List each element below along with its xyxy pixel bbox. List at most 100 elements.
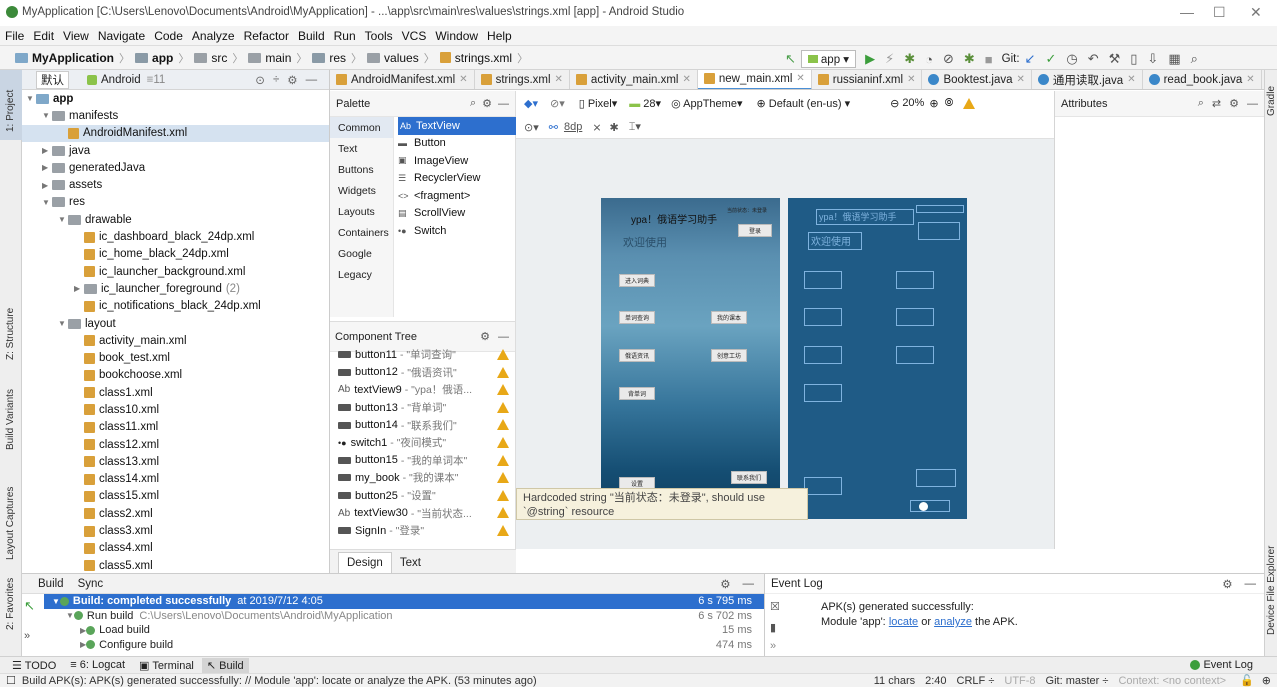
folder-item[interactable]: ▼ res [22,194,329,211]
file-item[interactable]: ic_home_black_24dp.xml [22,246,329,263]
component-tree-item[interactable]: button15- "我的单词本" [330,452,515,470]
file-item[interactable]: class4.xml [22,540,329,557]
tab-design[interactable]: Design [338,552,392,573]
component-tree-item[interactable]: button13- "背单词" [330,399,515,417]
breadcrumb-src[interactable]: src [191,51,230,65]
phone-design-preview[interactable]: ypa！俄语学习助手 当前状态：未登录 欢迎使用 登录 进入词典 单词查询 我的… [601,198,780,519]
view-options-icon[interactable]: ⊙▾ [524,121,539,134]
locate-link[interactable]: locate [889,616,918,628]
gear-icon[interactable]: ⚙ [482,97,492,110]
history-icon[interactable]: ◷ [1066,51,1077,67]
menu-file[interactable]: File [0,26,28,43]
close-icon[interactable]: ✕ [1127,74,1135,85]
palette-item[interactable]: •● Switch [398,222,516,240]
run-config-dropdown[interactable]: app ▾ [800,50,857,68]
tab-text[interactable]: Text [392,553,429,573]
breadcrumb-file[interactable]: strings.xml [437,51,515,65]
chevron-down-icon[interactable]: ▼ [58,215,68,224]
component-tree-item[interactable]: SignIn - "登录" [330,522,515,540]
theme-dropdown[interactable]: ◎ AppTheme▾ [671,97,742,110]
hide-icon[interactable]: — [498,98,509,110]
palette-item[interactable]: ☰ RecyclerView [398,170,516,188]
component-tree-item[interactable]: button11- "单词查询" [330,346,515,364]
preview-enter-button[interactable]: 进入词典 [619,274,655,287]
lock-icon[interactable]: 🔓 [1240,674,1254,687]
file-item[interactable]: AndroidManifest.xml [22,124,329,142]
file-item[interactable]: class12.xml [22,436,329,453]
attach-icon[interactable]: ⊘ [943,51,954,67]
menu-help[interactable]: Help [482,26,516,43]
component-tree-item[interactable]: button14- "联系我们" [330,416,515,434]
status-context[interactable]: Context: <no context> [1118,675,1226,687]
close-icon[interactable]: ✕ [1246,74,1254,85]
palette-category[interactable]: Google [330,243,393,264]
hide-icon[interactable]: — [498,331,509,343]
editor-tab[interactable]: Booktest.java ✕ [922,70,1032,89]
mark-read-icon[interactable]: ☒ [770,600,780,613]
gradle-tool-label[interactable]: Gradle [1266,86,1277,116]
menu-refactor[interactable]: Refactor [239,26,293,43]
gear-icon[interactable]: ⚙ [720,577,730,591]
breadcrumb-project[interactable]: MyApplication [12,51,117,65]
palette-item[interactable]: ▬ Button [398,135,516,153]
menu-edit[interactable]: Edit [28,26,58,43]
favorites-tool-label[interactable]: 2: Favorites [5,578,16,630]
warning-icon[interactable] [497,419,509,431]
component-tree-item[interactable]: button_music- "创意工坊" [330,540,515,542]
swap-icon[interactable]: ⇄ [1212,97,1221,110]
phone-blueprint-preview[interactable]: ypa！俄语学习助手 欢迎使用 [788,198,967,519]
blueprint-switch[interactable] [910,500,950,512]
locale-dropdown[interactable]: ⊕ Default (en-us) ▾ [756,97,850,110]
file-item[interactable]: class2.xml [22,505,329,522]
guidelines-icon[interactable]: ⌶▾ [629,120,641,134]
editor-tab[interactable]: read_book.java ✕ [1143,70,1262,89]
blueprint-settings-button[interactable] [804,477,842,495]
tab-build[interactable]: Build [38,578,64,590]
inspector-icon[interactable]: ⊕ [1262,674,1271,687]
folder-item[interactable]: ▼ drawable [22,211,329,228]
event-log-button[interactable]: Event Log [1190,659,1253,671]
folder-item[interactable]: ▶ ic_launcher_foreground (2) [22,280,329,297]
build-output-item[interactable]: ▼ Run build C:\Users\Lenovo\Documents\And… [44,609,764,624]
git-commit-icon[interactable]: ✓ [1045,51,1056,67]
zoom-fit-icon[interactable]: ⦾ [945,97,954,110]
expand-icon[interactable]: » [770,640,776,652]
search-icon[interactable]: ⌕ [1191,51,1198,67]
palette-item[interactable]: ▣ ImageView [398,152,516,170]
file-item[interactable]: book_test.xml [22,349,329,366]
hide-icon[interactable]: — [1247,98,1258,110]
blueprint-button[interactable] [896,271,934,289]
chevron-down-icon[interactable]: ▼ [58,319,68,328]
folder-item[interactable]: ▶ generatedJava [22,159,329,176]
component-tree-item[interactable]: button25- "设置" [330,487,515,505]
breadcrumb-main[interactable]: main [245,51,294,65]
warning-icon[interactable] [497,454,509,466]
preview-login-button[interactable]: 登录 [738,224,772,237]
file-item[interactable]: ic_dashboard_black_24dp.xml [22,228,329,245]
project-structure-icon[interactable]: ⚒ [1109,51,1121,67]
build-output-item[interactable]: ▼ Build: completed successfully at 2019/7… [44,594,764,609]
gear-icon[interactable]: ⚙ [287,73,297,87]
chevron-right-icon[interactable]: ▶ [42,181,52,190]
view-selector[interactable]: Android [101,74,141,86]
editor-tab[interactable]: strings.xml ✕ [475,70,570,89]
warning-icon[interactable] [497,349,509,360]
restart-build-icon[interactable]: ↖ [24,598,35,614]
profile-icon[interactable]: ◔ [925,52,933,67]
editor-tab[interactable]: 通用读取.java ✕ [1032,70,1143,89]
menu-build[interactable]: Build [293,26,329,43]
chevron-down-icon[interactable]: ▼ [26,94,36,103]
chevron-right-icon[interactable]: ▶ [42,163,52,172]
apply-changes-icon[interactable]: ⚡ [885,51,894,67]
folder-item[interactable]: ▼ app [22,90,329,107]
design-surface-icon[interactable]: ◆▾ [524,97,538,110]
debug-icon[interactable]: ✱ [904,51,915,67]
status-encoding[interactable]: UTF-8 [1004,675,1035,687]
warning-icon[interactable] [497,436,509,448]
default-margin[interactable]: 8dp [564,121,582,133]
folder-item[interactable]: ▼ manifests [22,107,329,124]
blueprint-login-button[interactable] [918,222,960,240]
file-item[interactable]: activity_main.xml [22,332,329,349]
warning-icon[interactable] [497,366,509,378]
blueprint-contact-button[interactable] [916,469,956,487]
